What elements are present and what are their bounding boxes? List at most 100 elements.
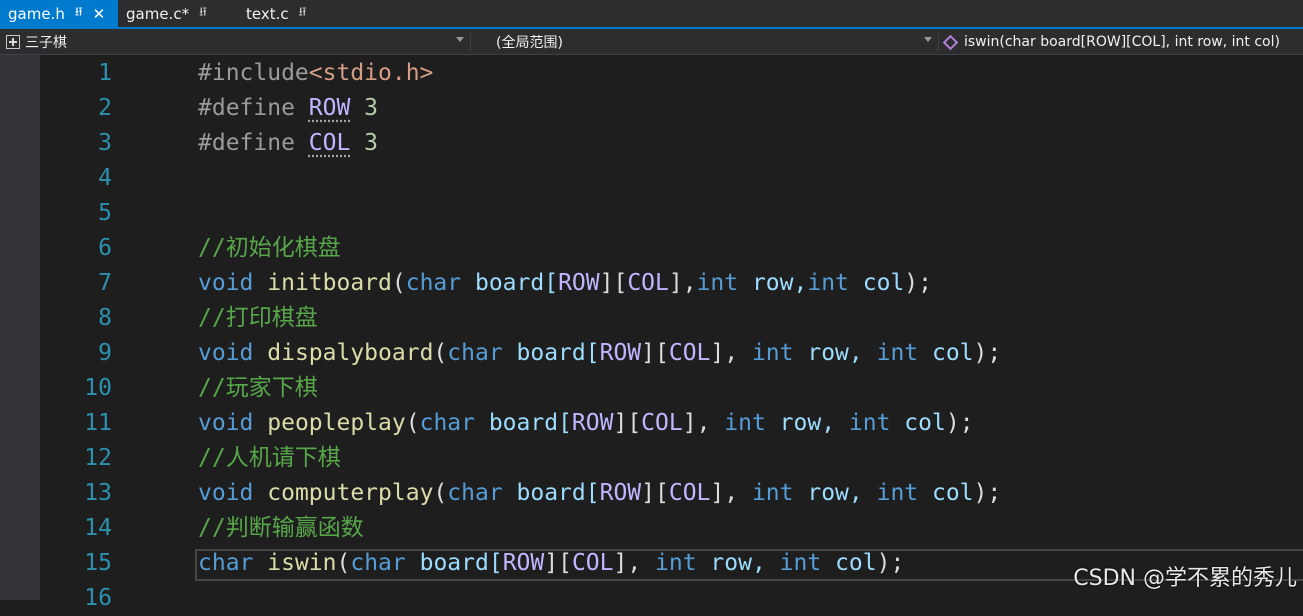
pin-icon[interactable]: ⭿	[299, 3, 307, 24]
code-line[interactable]: 7 void initboard(char board[ROW][COL],int…	[40, 266, 1303, 301]
code-line[interactable]: 6 //初始化棋盘	[40, 231, 1303, 266]
code-token: (	[336, 550, 351, 576]
code-token: <stdio.h>	[308, 60, 434, 86]
tab-label: game.c*	[126, 4, 190, 23]
code-token: );	[876, 550, 905, 576]
line-number: 15	[84, 550, 112, 576]
code-token: int	[696, 270, 739, 296]
close-icon[interactable]: ✕	[93, 5, 106, 23]
line-number: 13	[84, 480, 112, 506]
code-token: char	[198, 550, 254, 576]
line-number: 1	[98, 60, 112, 86]
code-token: void	[198, 340, 254, 366]
code-token: ],	[710, 480, 752, 506]
code-token: peopleplay	[267, 410, 406, 436]
code-token: ROW	[599, 340, 642, 366]
tab-text-c[interactable]: text.c ⭿	[238, 0, 328, 27]
code-text: //判断输赢函数	[198, 511, 364, 546]
tab-game-h[interactable]: game.h ⭿ ✕	[0, 0, 118, 27]
scope-dropdown[interactable]: (全局范围)	[496, 32, 936, 52]
code-token: int	[807, 270, 849, 296]
line-number: 5	[98, 200, 112, 226]
code-text: //打印棋盘	[198, 301, 318, 336]
code-token: //初始化棋盘	[198, 235, 341, 261]
code-token: computerplay	[267, 480, 434, 506]
code-token: char	[447, 340, 503, 366]
tab-label: game.h	[8, 4, 65, 23]
watermark-text: CSDN @学不累的秀儿	[1073, 566, 1297, 591]
code-token: row,	[738, 270, 808, 296]
code-token: ROW	[308, 95, 351, 121]
tab-game-c[interactable]: game.c* ⭿	[118, 0, 218, 27]
code-token: ][	[641, 340, 669, 366]
code-line[interactable]: 2 #define ROW 3	[40, 91, 1303, 126]
code-text: #define COL 3	[198, 126, 378, 161]
code-token: col	[918, 340, 974, 366]
code-token: void	[198, 480, 254, 506]
code-token: ROW	[599, 480, 642, 506]
code-text: void peopleplay(char board[ROW][COL], in…	[198, 406, 974, 441]
code-line[interactable]: 11 void peopleplay(char board[ROW][COL], …	[40, 406, 1303, 441]
code-text: void dispalyboard(char board[ROW][COL], …	[198, 336, 1001, 371]
line-number: 6	[98, 235, 112, 261]
code-token: ROW	[558, 270, 600, 296]
code-token: iswin	[267, 550, 337, 576]
code-line[interactable]: 1 #include<stdio.h>	[40, 56, 1303, 91]
code-token: (	[391, 270, 406, 296]
code-token: 3	[350, 95, 379, 121]
code-line[interactable]: 4	[40, 161, 1303, 196]
line-number: 7	[98, 270, 112, 296]
scope-label: (全局范围)	[496, 35, 563, 51]
code-token: int	[724, 410, 766, 436]
code-token: col	[821, 550, 877, 576]
code-token: //玩家下棋	[198, 375, 318, 401]
code-token: ],	[682, 410, 725, 436]
code-token: initboard	[267, 270, 392, 296]
code-token: (	[433, 340, 448, 366]
chevron-down-icon	[924, 37, 932, 42]
code-token: board[	[405, 550, 503, 576]
code-token: ][	[544, 550, 572, 576]
code-line[interactable]: 13 void computerplay(char board[ROW][COL]…	[40, 476, 1303, 511]
chevron-down-icon	[456, 37, 464, 42]
code-text: #define ROW 3	[198, 91, 378, 126]
code-line[interactable]: 12 //人机请下棋	[40, 441, 1303, 476]
code-token: char	[419, 410, 475, 436]
code-token: #define	[198, 95, 309, 121]
project-dropdown[interactable]: 三子棋	[6, 32, 468, 52]
code-token: COL	[308, 130, 351, 156]
code-token: COL	[627, 270, 669, 296]
code-token: row,	[696, 550, 780, 576]
indicator-margin[interactable]	[0, 55, 40, 600]
member-dropdown[interactable]: iswin(char board[ROW][COL], int row, int…	[942, 32, 1301, 52]
code-token: ROW	[502, 550, 545, 576]
code-line[interactable]: 10 //玩家下棋	[40, 371, 1303, 406]
code-token: void	[198, 410, 254, 436]
tab-label: text.c	[246, 4, 289, 23]
code-token: col	[918, 480, 974, 506]
pin-icon[interactable]: ⭿	[199, 3, 207, 24]
code-token: ],	[613, 550, 656, 576]
code-token: int	[751, 480, 794, 506]
code-token: COL	[668, 340, 711, 366]
code-token: row,	[765, 410, 849, 436]
code-line[interactable]: 5	[40, 196, 1303, 231]
code-token: (	[405, 410, 420, 436]
code-token: //打印棋盘	[198, 305, 318, 331]
code-text: //人机请下棋	[198, 441, 341, 476]
code-line[interactable]: 8 //打印棋盘	[40, 301, 1303, 336]
code-token: col	[890, 410, 946, 436]
code-token: //判断输赢函数	[198, 515, 364, 541]
code-line[interactable]: 14 //判断输赢函数	[40, 511, 1303, 546]
code-line[interactable]: 9 void dispalyboard(char board[ROW][COL],…	[40, 336, 1303, 371]
code-token: col	[848, 270, 905, 296]
pin-icon[interactable]: ⭿	[75, 3, 83, 24]
code-token: board[	[502, 480, 600, 506]
code-line[interactable]: 3 #define COL 3	[40, 126, 1303, 161]
code-token: );	[973, 340, 1002, 366]
code-token: board[	[502, 340, 600, 366]
code-editor[interactable]: 1 #include<stdio.h> 2 #define ROW 3 3 #define…	[40, 55, 1303, 611]
